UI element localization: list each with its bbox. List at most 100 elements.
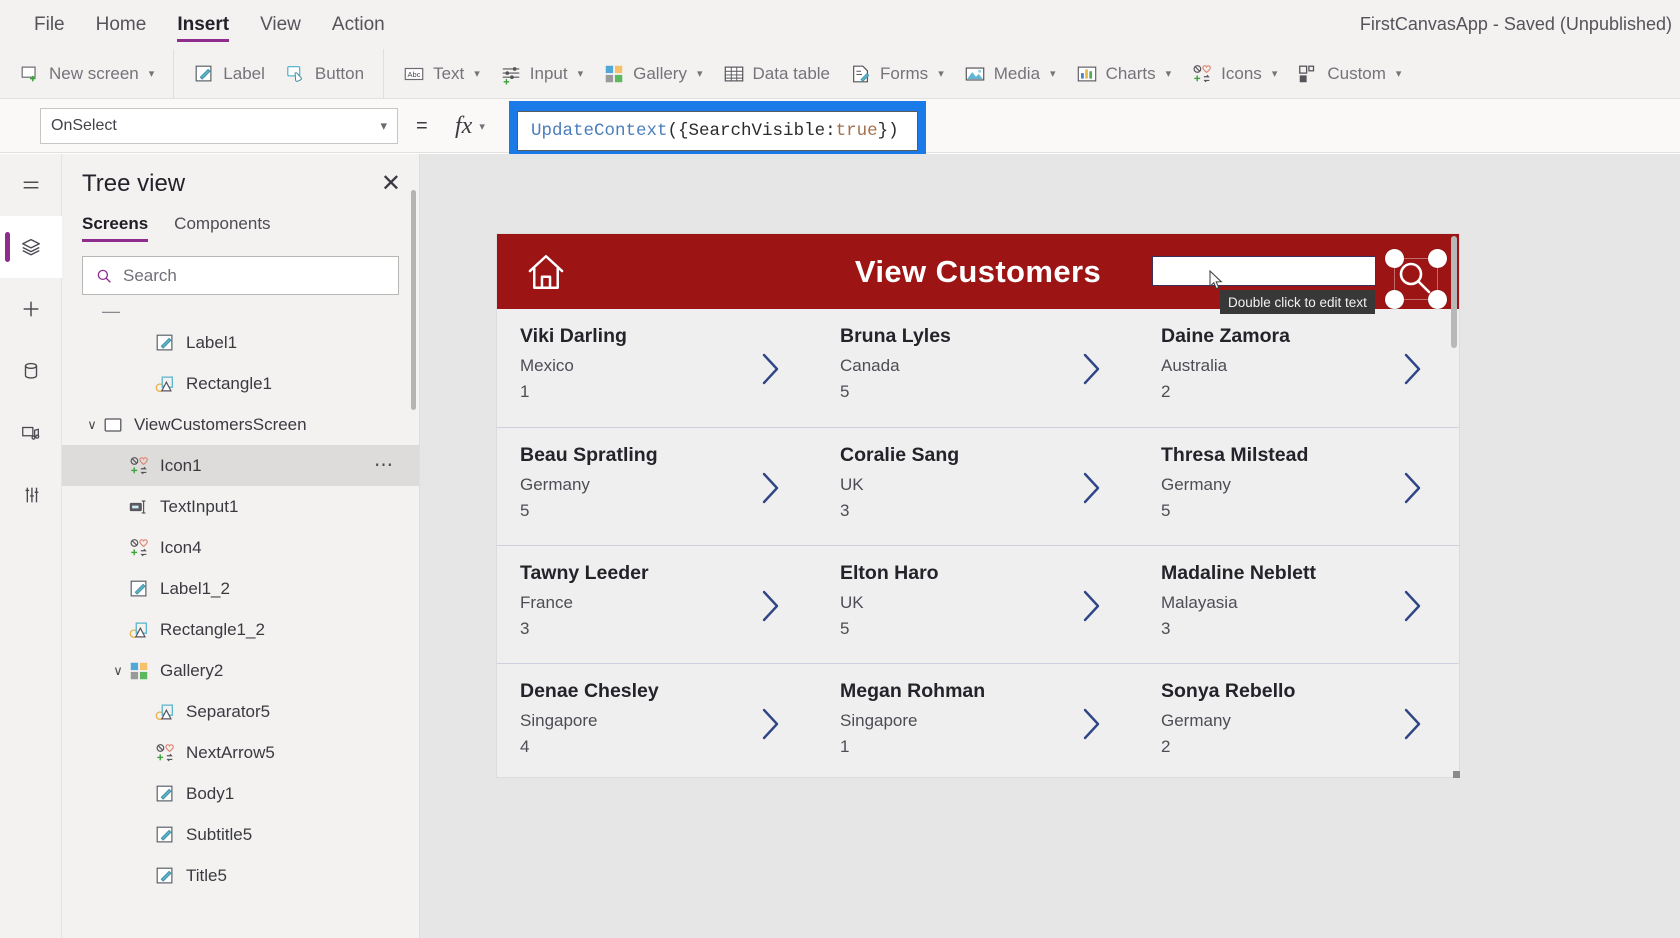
customer-value: 5 [840, 619, 850, 638]
ribbon-button-label[interactable]: Label [183, 54, 275, 94]
gallery-item[interactable]: Daine Zamora Australia 2 [1138, 309, 1459, 427]
customer-country: France [520, 593, 573, 612]
ribbon-button-custom[interactable]: Custom ▾ [1287, 54, 1411, 94]
formula-input[interactable]: UpdateContext({SearchVisible: true}) [517, 111, 918, 151]
property-dropdown[interactable]: OnSelect ▾ [40, 108, 398, 144]
tree-tab-screens[interactable]: Screens [82, 214, 149, 242]
next-arrow-icon[interactable] [758, 707, 783, 741]
gallery-item[interactable]: Coralie Sang UK 3 [817, 428, 1138, 546]
next-arrow-icon[interactable] [1079, 352, 1104, 386]
tree-node-gallery2[interactable]: ∨ Gallery2 [62, 650, 419, 691]
fx-button[interactable]: fx ▾ [455, 99, 485, 153]
ribbon-button-button[interactable]: Button [275, 54, 374, 94]
gallery-icon [128, 660, 150, 682]
next-arrow-icon[interactable] [758, 471, 783, 505]
tree-node-textinput1[interactable]: TextInput1 [62, 486, 419, 527]
ribbon-button-data-table[interactable]: Data table [713, 54, 841, 94]
search-text-input[interactable] [1152, 256, 1376, 286]
gallery-item[interactable]: Sonya Rebello Germany 2 [1138, 664, 1459, 782]
gallery-item[interactable]: Megan Rohman Singapore 1 [817, 664, 1138, 782]
search-icon-control[interactable] [1385, 249, 1447, 309]
text-icon: Abc [403, 63, 425, 85]
selection-handle-br[interactable] [1428, 290, 1447, 309]
tree-search-input[interactable]: Search [82, 256, 399, 295]
customer-value: 5 [520, 501, 530, 520]
next-arrow-icon[interactable] [1079, 707, 1104, 741]
tools-glyph [25, 487, 39, 503]
tree-node-body1[interactable]: Body1 [62, 773, 419, 814]
input-icon [500, 63, 522, 85]
tree-node-icon1[interactable]: Icon1 ⋯ [62, 445, 419, 486]
customer-name: Viki Darling [520, 325, 627, 347]
tree-node-label: Title5 [186, 865, 227, 885]
gallery-item[interactable]: Thresa Milstead Germany 5 [1138, 428, 1459, 546]
ribbon-button-text[interactable]: Abc Text ▾ [393, 54, 490, 94]
tree-node-separator5[interactable]: Separator5 [62, 691, 419, 732]
ribbon-button-new-screen[interactable]: New screen ▾ [9, 54, 164, 94]
gallery-row: Tawny Leeder France 3 Elton Haro UK 5 Madaline… [497, 545, 1459, 663]
formula-token-punct: : [825, 121, 836, 141]
tree-node-rectangle1_2[interactable]: Rectangle1_2 [62, 609, 419, 650]
more-options-icon[interactable]: ⋯ [374, 454, 395, 477]
insert-plus-icon[interactable] [0, 278, 62, 340]
gallery-resize-handle[interactable] [1453, 771, 1460, 778]
tree-node-label1_2[interactable]: Label1_2 [62, 568, 419, 609]
tree-scrollbar[interactable] [411, 190, 416, 410]
forms-icon [850, 63, 872, 85]
next-arrow-icon[interactable] [1400, 589, 1425, 623]
tree-node-rectangle1[interactable]: Rectangle1 [62, 363, 419, 404]
gallery-item[interactable]: Bruna Lyles Canada 5 [817, 309, 1138, 427]
gallery-item[interactable]: Elton Haro UK 5 [817, 546, 1138, 664]
tree-node-icon4[interactable]: Icon4 [62, 527, 419, 568]
tree-node-label1[interactable]: Label1 [62, 322, 419, 363]
ribbon-button-gallery[interactable]: Gallery ▾ [593, 54, 712, 94]
menu-item-file[interactable]: File [34, 0, 65, 49]
icons-icon [154, 742, 176, 764]
tree-view-icon[interactable] [0, 216, 62, 278]
next-arrow-icon[interactable] [1400, 471, 1425, 505]
menu-item-action[interactable]: Action [332, 0, 385, 49]
tree-node-viewcustomersscreen[interactable]: ∨ ViewCustomersScreen [62, 404, 419, 445]
tree-node-nextarrow5[interactable]: NextArrow5 [62, 732, 419, 773]
selection-handle-bl[interactable] [1385, 290, 1404, 309]
tree-node-list: Label1 Rectangle1 ∨ ViewCustomersScreen Icon… [62, 322, 419, 896]
chevron-down-icon[interactable]: ∨ [108, 663, 128, 679]
hamburger-menu-icon[interactable] [0, 154, 62, 216]
media-library-icon[interactable] [0, 402, 62, 464]
ribbon-button-media[interactable]: Media ▾ [954, 54, 1066, 94]
menu-item-view[interactable]: View [260, 0, 301, 49]
next-arrow-icon[interactable] [758, 352, 783, 386]
tree-tab-components[interactable]: Components [174, 214, 270, 242]
media-glyph [22, 426, 40, 440]
close-icon[interactable]: ✕ [381, 172, 401, 196]
customer-value: 4 [520, 737, 530, 756]
gallery-item[interactable]: Beau Spratling Germany 5 [497, 428, 817, 546]
next-arrow-icon[interactable] [1079, 589, 1104, 623]
selection-handle-tl[interactable] [1385, 249, 1404, 268]
insert-ribbon: New screen ▾ Label Button Abc Text ▾ Input ▾ Gall… [0, 48, 1680, 99]
ribbon-group-1: Label Button [173, 48, 383, 99]
next-arrow-icon[interactable] [1400, 707, 1425, 741]
next-arrow-icon[interactable] [758, 589, 783, 623]
ribbon-button-charts[interactable]: Charts ▾ [1066, 54, 1182, 94]
ribbon-button-icons[interactable]: Icons ▾ [1181, 54, 1287, 94]
chevron-down-icon[interactable]: ∨ [82, 417, 102, 433]
menu-item-home[interactable]: Home [96, 0, 147, 49]
gallery-item[interactable]: Madaline Neblett Malayasia 3 [1138, 546, 1459, 664]
tree-node-title5[interactable]: Title5 [62, 855, 419, 896]
data-source-icon[interactable] [0, 340, 62, 402]
gallery-item[interactable]: Viki Darling Mexico 1 [497, 309, 817, 427]
ribbon-button-forms[interactable]: Forms ▾ [840, 54, 954, 94]
ribbon-button-input[interactable]: Input ▾ [490, 54, 593, 94]
tree-node-subtitle5[interactable]: Subtitle5 [62, 814, 419, 855]
next-arrow-icon[interactable] [1079, 471, 1104, 505]
customer-gallery[interactable]: Viki Darling Mexico 1 Bruna Lyles Canada 5 Dai… [497, 309, 1459, 777]
next-arrow-icon[interactable] [1400, 352, 1425, 386]
menu-item-insert[interactable]: Insert [177, 0, 229, 49]
ribbon-button-label: New screen [49, 63, 139, 83]
gallery-scrollbar[interactable] [1451, 236, 1457, 348]
advanced-tools-icon[interactable] [0, 464, 62, 526]
gallery-item[interactable]: Tawny Leeder France 3 [497, 546, 817, 664]
selection-handle-tr[interactable] [1428, 249, 1447, 268]
gallery-item[interactable]: Denae Chesley Singapore 4 [497, 664, 817, 782]
